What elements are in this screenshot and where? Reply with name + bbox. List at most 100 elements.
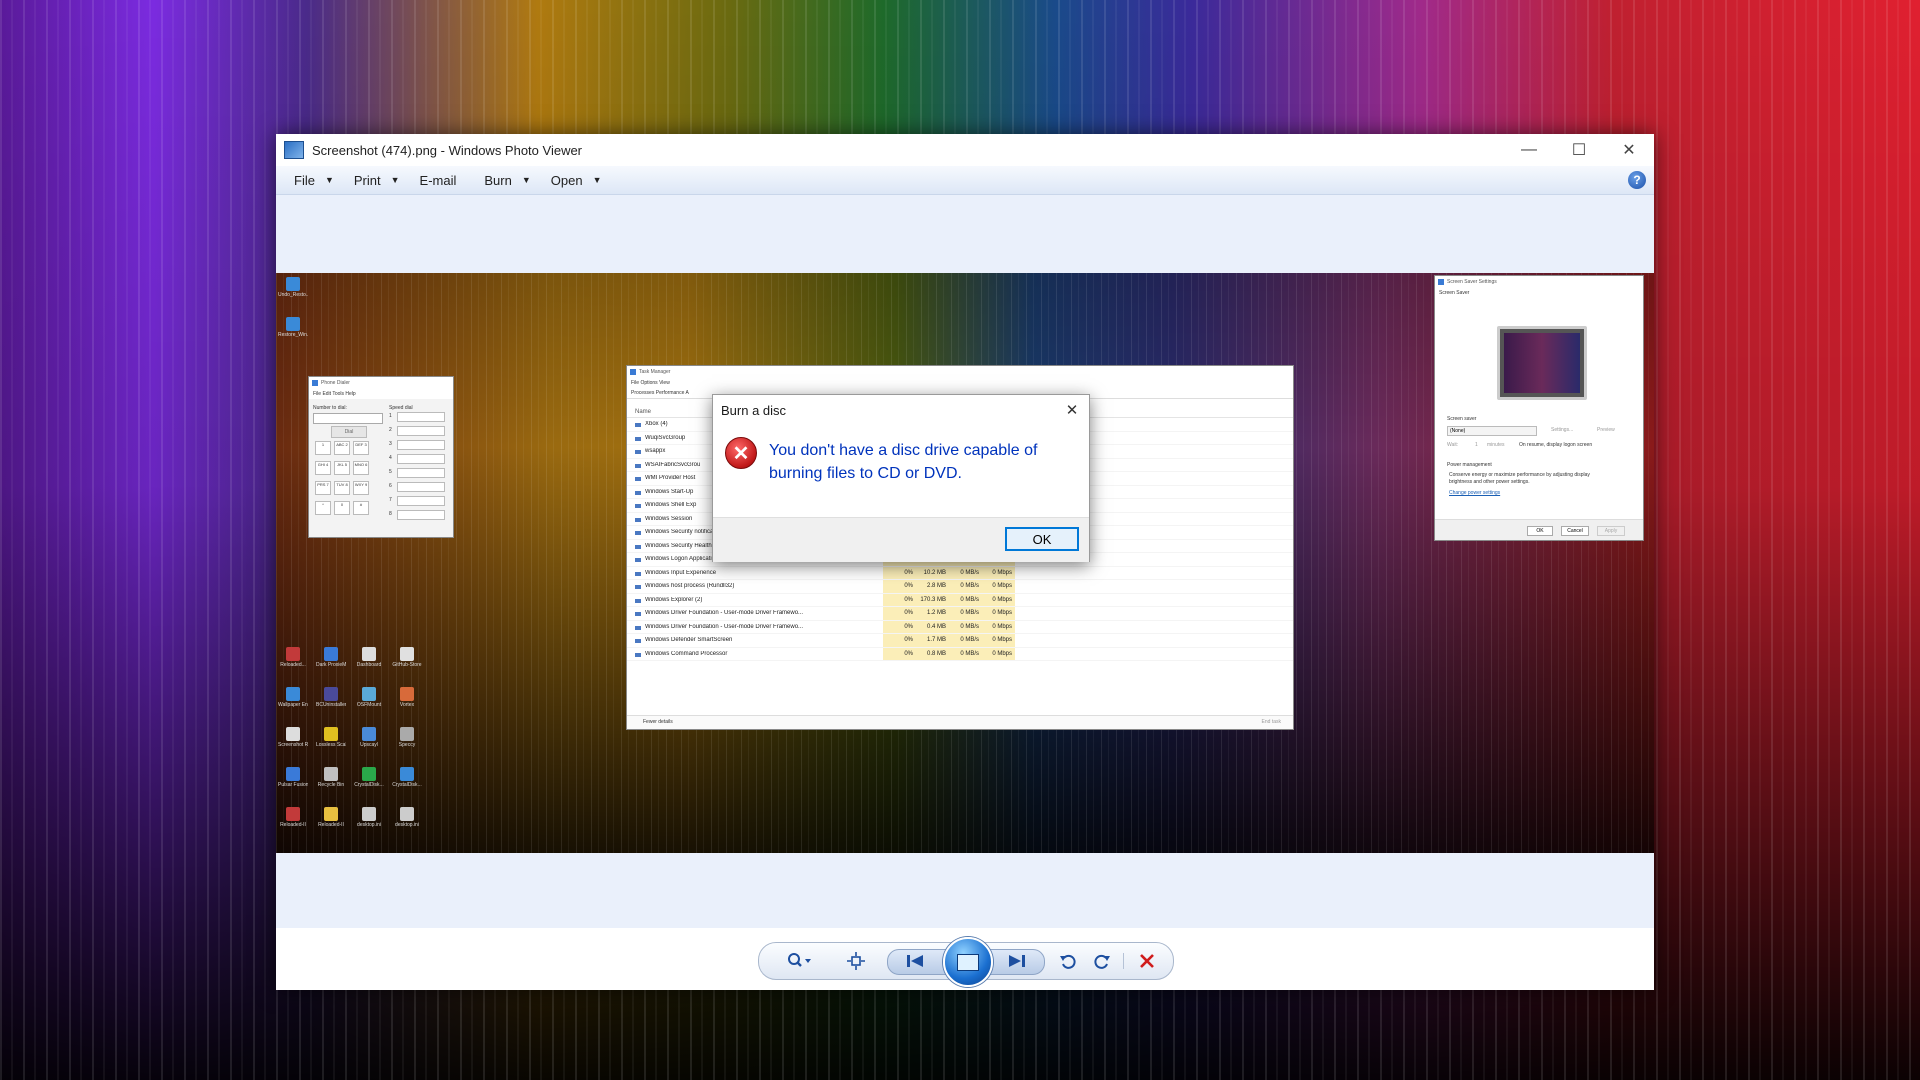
process-row: Windows Defender SmartScreen 0% 1.7 MB 0 MB…	[627, 634, 1293, 648]
dialog-close-button[interactable]: ✕	[1061, 399, 1083, 421]
maximize-button[interactable]: ☐	[1554, 134, 1604, 166]
delete-icon	[1140, 954, 1154, 968]
screen-saver-ok-button: OK	[1527, 526, 1553, 536]
desktop-icon: OSFMount	[354, 687, 384, 708]
app-icon	[362, 647, 376, 661]
dialog-title: Burn a disc	[721, 402, 787, 418]
desktop-icon: Speccy	[392, 727, 422, 748]
speed-dial-number: 7	[389, 497, 392, 503]
network-cell: 0 Mbps	[982, 607, 1015, 620]
print-menu[interactable]: Print ▼	[344, 166, 410, 194]
ok-button[interactable]: OK	[1005, 527, 1079, 551]
cpu-cell: 0%	[883, 634, 916, 647]
app-icon	[324, 807, 338, 821]
desktop-icon: Reloaded...	[278, 647, 308, 668]
desktop-icon: CrystalDisk...	[354, 767, 384, 788]
change-power-settings-link: Change power settings	[1449, 490, 1501, 496]
disk-cell: 0 MB/s	[949, 593, 982, 606]
desktop-icon-label: Lossless Scaling	[316, 742, 346, 748]
screen-saver-footer: OK Cancel Apply	[1435, 519, 1643, 540]
screen-saver-settings-window: Screen Saver Settings Screen Saver Scree…	[1434, 275, 1644, 541]
cpu-cell: 0%	[883, 607, 916, 620]
displayed-image: Undo_Resto... Restore_Win... Reloaded...…	[276, 273, 1654, 853]
previous-icon	[907, 955, 923, 967]
network-cell: 0 Mbps	[982, 647, 1015, 660]
desktop-icon: Upscayl	[354, 727, 384, 748]
speed-dial-slot	[397, 454, 445, 464]
photo-viewer-window: Screenshot (474).png - Windows Photo Vie…	[276, 134, 1654, 990]
close-button[interactable]: ✕	[1604, 134, 1654, 166]
speed-dial-number: 3	[389, 441, 392, 447]
process-name: Windows Driver Foundation - User-mode Dr…	[627, 624, 835, 630]
power-management-title: Power management	[1447, 462, 1492, 468]
preview-button: Preview	[1597, 427, 1615, 433]
dialog-title-bar[interactable]: Burn a disc ✕	[713, 395, 1089, 425]
desktop-icon-label: Undo_Resto...	[278, 292, 308, 298]
disk-cell: 0 MB/s	[949, 647, 982, 660]
process-row: Windows Input Experience 0% 10.2 MB 0 MB/s 0…	[627, 566, 1293, 580]
app-icon	[286, 727, 300, 741]
app-icon	[286, 687, 300, 701]
end-task-button: End task	[1261, 719, 1281, 725]
delete-button[interactable]	[1131, 943, 1163, 979]
title-bar[interactable]: Screenshot (474).png - Windows Photo Vie…	[276, 134, 1654, 166]
phone-dialer-title: Phone Dialer	[309, 377, 453, 389]
open-menu[interactable]: Open ▼	[541, 166, 612, 194]
process-row: Windows Driver Foundation - User-mode Dr…	[627, 620, 1293, 634]
desktop-icon-label: Dark ProxieMcN	[316, 662, 346, 668]
process-row: Windows Explorer (2) 0% 170.3 MB 0 MB/s 0 Mb…	[627, 593, 1293, 607]
minimize-button[interactable]: —	[1504, 134, 1554, 166]
help-icon[interactable]: ?	[1628, 171, 1646, 189]
task-manager-footer: Fewer details End task	[627, 715, 1293, 729]
network-cell: 0 Mbps	[982, 620, 1015, 633]
app-icon	[362, 807, 376, 821]
email-button[interactable]: E-mail	[410, 166, 467, 194]
actual-size-button[interactable]	[839, 943, 873, 979]
screen-saver-preview-monitor	[1497, 326, 1587, 400]
disk-cell: 0 MB/s	[949, 580, 982, 593]
burn-menu[interactable]: Burn ▼	[474, 166, 540, 194]
minutes-label: minutes	[1487, 442, 1505, 448]
number-input	[313, 413, 383, 424]
disk-cell: 0 MB/s	[949, 566, 982, 579]
file-menu-label: File	[294, 172, 315, 188]
rotate-clockwise-button[interactable]	[1087, 943, 1117, 979]
zoom-button[interactable]	[779, 943, 819, 979]
slideshow-button[interactable]	[943, 937, 993, 987]
desktop-icon-label: CrystalDisk...	[354, 782, 384, 788]
next-button[interactable]	[997, 943, 1037, 979]
dial-key: 1	[315, 441, 331, 455]
process-name: Windows Driver Foundation - User-mode Dr…	[627, 610, 835, 617]
rotate-counterclockwise-button[interactable]	[1053, 943, 1083, 979]
desktop-icon-label: desktop.ini	[395, 822, 419, 828]
previous-button[interactable]	[895, 943, 935, 979]
network-cell: 0 Mbps	[982, 566, 1015, 579]
desktop-icon-label: Reloaded-II	[318, 822, 344, 828]
file-menu[interactable]: File ▼	[284, 166, 344, 194]
memory-cell: 0.4 MB	[916, 620, 949, 633]
speed-dial-number: 1	[389, 413, 392, 419]
error-icon: ✕	[725, 437, 757, 469]
shortcut-icon	[286, 317, 300, 331]
disk-cell: 0 MB/s	[949, 607, 982, 620]
photo-viewer-app-icon	[284, 141, 304, 159]
process-row: Windows host process (Rundll32) 0% 2.8 MB 0…	[627, 580, 1293, 594]
dial-key: PRS 7	[315, 481, 331, 495]
desktop-icon: Reloaded-II	[316, 807, 346, 828]
task-manager-title: Task Manager	[627, 366, 1293, 378]
cpu-cell: 0%	[883, 647, 916, 660]
memory-cell: 10.2 MB	[916, 566, 949, 579]
number-to-dial-label: Number to dial:	[313, 405, 347, 411]
desktop-icon-label: Upscayl	[360, 742, 378, 748]
desktop-icon: Restore_Win...	[278, 317, 308, 338]
cpu-cell: 0%	[883, 620, 916, 633]
dialog-body: ✕ You don't have a disc drive capable of…	[713, 425, 1089, 517]
toolbar-separator	[1123, 953, 1124, 969]
dial-key: GHI 4	[315, 461, 331, 475]
email-label: E-mail	[419, 172, 457, 188]
app-icon	[324, 727, 338, 741]
desktop-icon-label: CrystalDisk...	[392, 782, 422, 788]
desktop-icon: Screenshot Randomizat...	[278, 727, 308, 748]
desktop-icon: Reloaded-II	[278, 807, 308, 828]
app-icon	[362, 727, 376, 741]
